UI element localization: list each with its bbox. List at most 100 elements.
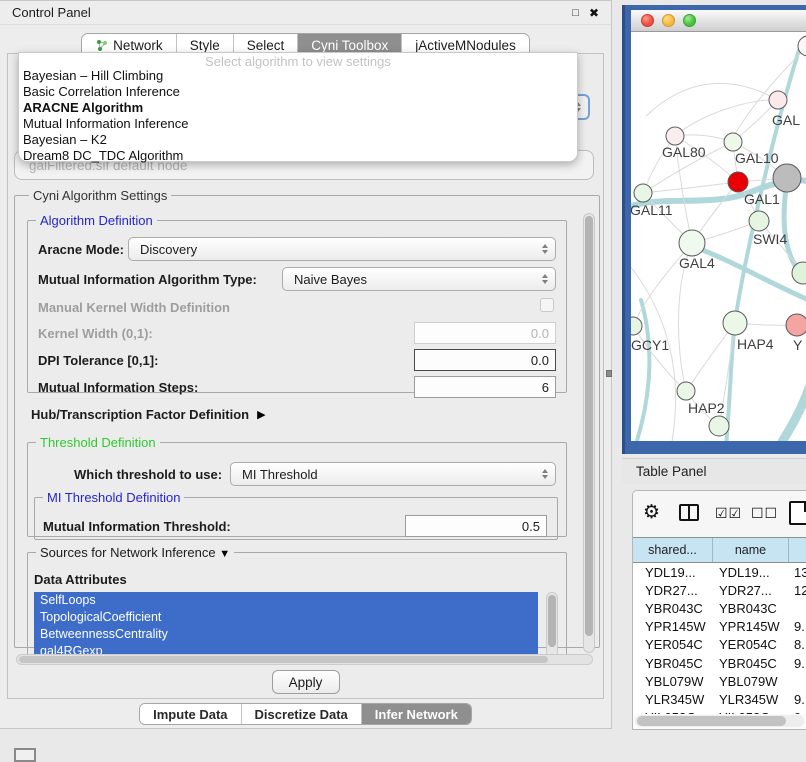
column-header[interactable]	[789, 538, 806, 562]
apply-button[interactable]: Apply	[272, 670, 340, 694]
mi-steps-field[interactable]: 6	[414, 376, 556, 398]
collapsed-caret-icon[interactable]: ▶	[257, 408, 265, 421]
table-body: YDL19...YDL19...13YDR27...YDR27...12YBR0…	[633, 563, 806, 714]
table-horizontal-scrollbar[interactable]	[635, 715, 804, 727]
table-cell: YER054C	[633, 637, 713, 652]
network-node-hap2[interactable]	[677, 382, 695, 400]
table-row[interactable]: YER054CYER054C8.	[633, 636, 806, 654]
mi-threshold-field[interactable]: 0.5	[405, 515, 547, 537]
export-table-icon[interactable]	[789, 501, 806, 525]
table-cell: YBL079W	[713, 674, 789, 689]
splitter-handle-icon[interactable]	[606, 370, 612, 377]
aracne-mode-value: Discovery	[140, 242, 197, 257]
network-node-gcy1[interactable]	[631, 317, 642, 335]
table-row[interactable]: YDL19...YDL19...13	[633, 563, 806, 581]
expanded-caret-icon[interactable]: ▼	[219, 548, 230, 560]
table-cell: 13	[789, 565, 806, 580]
manual-kernel-width-label: Manual Kernel Width Definition	[38, 300, 230, 315]
gear-icon[interactable]: ⚙	[643, 502, 660, 524]
algorithm-option[interactable]: Bayesian – Hill Climbing	[19, 68, 577, 84]
column-browser-icon[interactable]	[679, 504, 699, 521]
network-node-gal[interactable]	[769, 91, 787, 109]
scrollbar-thumb[interactable]	[637, 716, 786, 726]
data-attribute-item[interactable]: BetweennessCentrality	[34, 626, 538, 643]
table-cell: YDR27...	[633, 583, 713, 598]
settings-horizontal-scrollbar[interactable]	[16, 654, 593, 665]
table-cell: YIL052C	[633, 710, 713, 714]
minimized-panel-icon[interactable]	[14, 748, 36, 762]
column-header[interactable]: name	[713, 538, 789, 562]
algorithm-option[interactable]: Mutual Information Inference	[19, 116, 577, 132]
column-header[interactable]: shared...	[633, 538, 713, 562]
network-node-label: GCY1	[631, 337, 669, 353]
network-edge	[633, 326, 686, 391]
table-header-row: shared...name	[633, 537, 806, 563]
table-row[interactable]: YDR27...YDR27...12	[633, 581, 806, 599]
float-window-icon[interactable]: □	[572, 7, 579, 19]
network-canvas[interactable]: GALGAL80GAL10GAL1GAL11SWI4GAL4GCY1HAP4YH…	[631, 32, 806, 441]
bottom-tab-bar: Impute DataDiscretize DataInfer Network	[0, 703, 611, 725]
scrollbar-thumb[interactable]	[585, 216, 593, 636]
zoom-button[interactable]	[683, 14, 696, 27]
table-cell: 12	[789, 583, 806, 598]
which-threshold-combobox[interactable]: MI Threshold	[230, 462, 556, 486]
network-graph[interactable]: GALGAL80GAL10GAL1GAL11SWI4GAL4GCY1HAP4YH…	[631, 32, 806, 441]
table-row[interactable]: YPR145WYPR145W9.	[633, 618, 806, 636]
network-node-gal10[interactable]	[724, 133, 742, 151]
table-row[interactable]: YBL079WYBL079W	[633, 672, 806, 690]
algorithm-option[interactable]: Dream8 DC_TDC Algorithm	[19, 148, 577, 164]
close-button[interactable]	[641, 14, 654, 27]
algorithm-option[interactable]: ARACNE Algorithm	[19, 100, 577, 116]
bottom-tab-strip: Impute DataDiscretize DataInfer Network	[139, 703, 472, 725]
network-node-label: GAL10	[735, 150, 779, 166]
deselect-all-icon[interactable]: ☐☐	[751, 505, 778, 522]
mi-threshold-label: Mutual Information Threshold:	[43, 519, 231, 534]
network-node-gal1[interactable]	[728, 172, 748, 192]
network-node-y[interactable]	[786, 314, 806, 336]
network-node-swi4[interactable]	[749, 211, 769, 231]
hub-transcription-factor-section[interactable]: Hub/Transcription Factor Definition ▶	[31, 407, 266, 422]
dpi-tolerance-field[interactable]: 0.0	[414, 349, 556, 371]
threshold-definition-title: Threshold Definition	[36, 435, 160, 450]
tab-impute-data[interactable]: Impute Data	[140, 704, 241, 724]
table-cell: YPR145W	[633, 619, 713, 634]
table-row[interactable]: YBR045CYBR045C9.	[633, 654, 806, 672]
which-threshold-label: Which threshold to use:	[74, 467, 222, 482]
scrollbar-thumb[interactable]	[548, 595, 556, 647]
table-cell: YDR27...	[713, 583, 789, 598]
tab-label: Select	[247, 38, 285, 53]
algorithm-option[interactable]: Bayesian – K2	[19, 132, 577, 148]
table-row[interactable]: YLR345WYLR345W9.	[633, 690, 806, 708]
table-cell: 9.	[789, 656, 806, 671]
select-all-icon[interactable]: ☑☑	[715, 505, 742, 522]
close-panel-icon[interactable]: ✖	[589, 6, 599, 20]
data-attribute-item[interactable]: SelfLoops	[34, 592, 538, 609]
tab-discretize-data[interactable]: Discretize Data	[242, 704, 362, 724]
network-node-label: Y	[793, 337, 803, 353]
network-node[interactable]	[773, 164, 801, 192]
algorithm-dropdown-list: Select algorithm to view settings Bayesi…	[18, 52, 578, 162]
network-node-gal11[interactable]	[634, 184, 652, 202]
table-cell: YBR043C	[633, 601, 713, 616]
aracne-mode-combobox[interactable]: Discovery	[128, 237, 556, 261]
table-cell: YBR045C	[633, 656, 713, 671]
table-toolbar: ⚙ ☑☑ ☐☐	[633, 491, 806, 537]
data-attribute-item[interactable]: TopologicalCoefficient	[34, 609, 538, 626]
network-node-label: GAL80	[662, 144, 706, 160]
panel-splitter[interactable]	[612, 6, 622, 735]
cyni-algorithm-settings-group: Cyni Algorithm Settings Algorithm Defini…	[14, 188, 600, 648]
network-node-gal80[interactable]	[666, 127, 684, 145]
network-node[interactable]	[709, 416, 729, 436]
table-cell: YBR043C	[713, 601, 789, 616]
network-node-hap4[interactable]	[723, 311, 747, 335]
network-node-label: GAL	[772, 112, 800, 128]
tab-infer-network[interactable]: Infer Network	[362, 704, 471, 724]
scrollbar-thumb[interactable]	[19, 656, 548, 663]
settings-vertical-scrollbar[interactable]	[583, 213, 595, 653]
minimize-button[interactable]	[662, 14, 675, 27]
table-row[interactable]: YBR043CYBR043C	[633, 599, 806, 617]
table-row[interactable]: YIL052CYIL052C9.	[633, 709, 806, 715]
mi-algorithm-type-combobox[interactable]: Naive Bayes	[282, 267, 556, 291]
algorithm-option[interactable]: Basic Correlation Inference	[19, 84, 577, 100]
network-node-gal4[interactable]	[679, 230, 705, 256]
